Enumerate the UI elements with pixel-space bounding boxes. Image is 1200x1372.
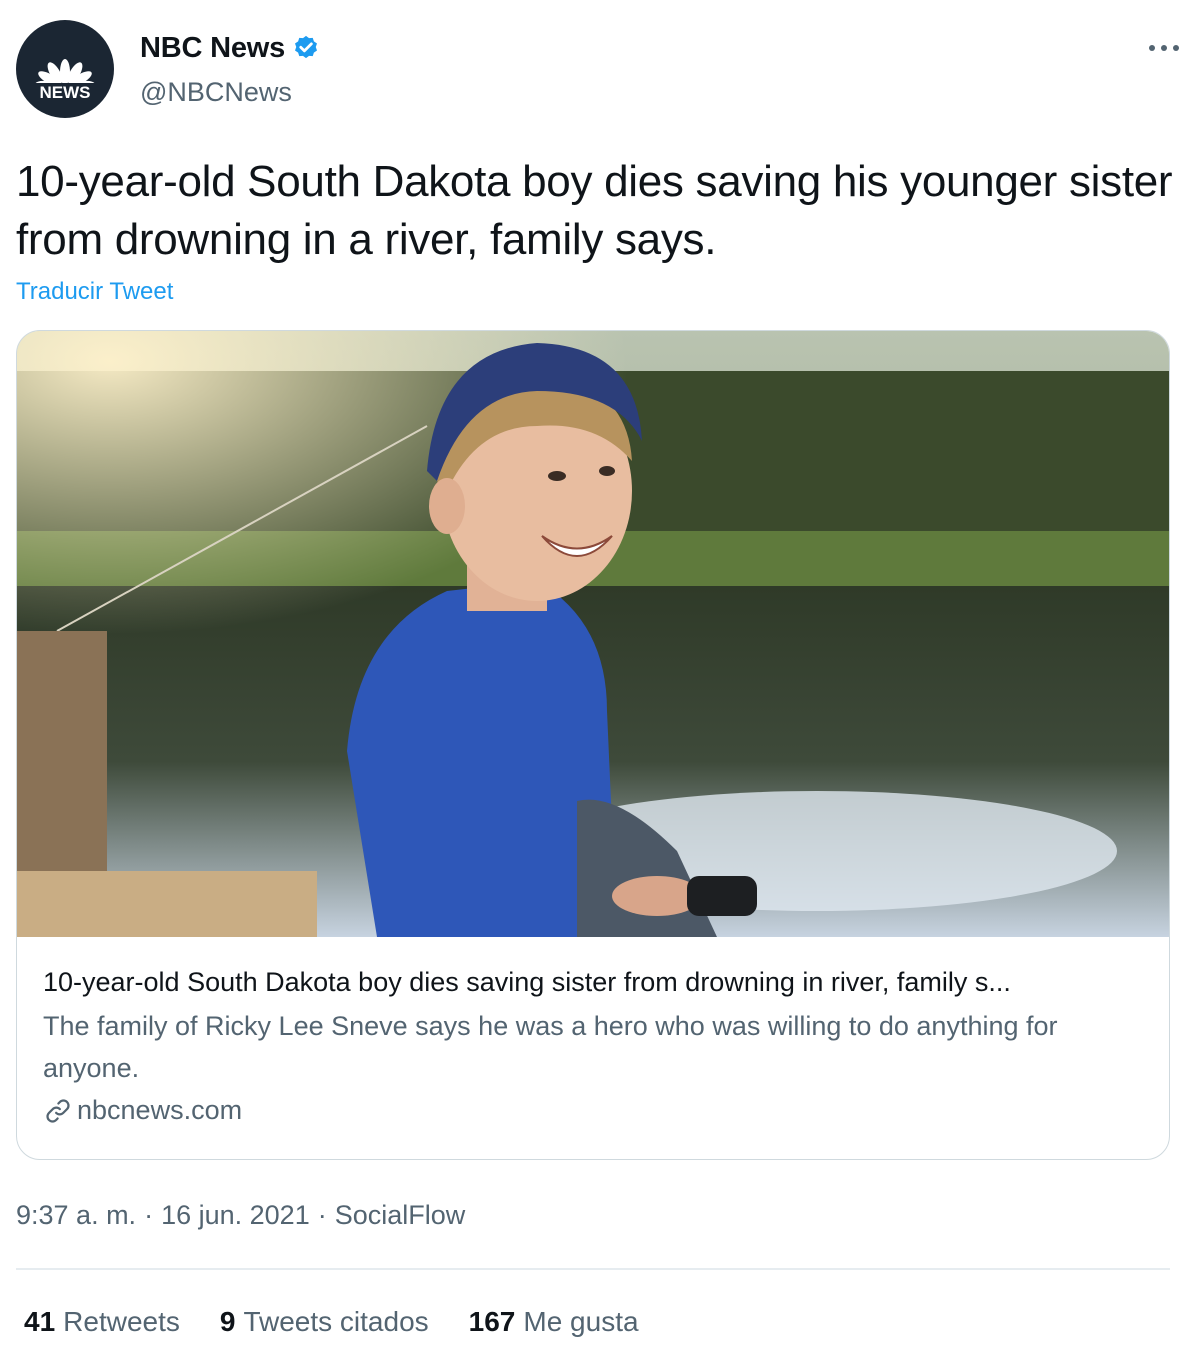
retweets-count: 41 xyxy=(24,1306,56,1337)
tweet-text: 10-year-old South Dakota boy dies saving… xyxy=(16,157,1173,264)
retweets-stat[interactable]: 41 Retweets xyxy=(24,1306,180,1338)
tweet: NEWS NBC News @NBCNews 10-year-old South… xyxy=(0,0,1200,1372)
card-description: The family of Ricky Lee Sneve says he wa… xyxy=(43,1011,1058,1083)
card-domain: nbcnews.com xyxy=(77,1095,243,1125)
tweet-date[interactable]: 16 jun. 2021 xyxy=(161,1200,310,1231)
tweet-time[interactable]: 9:37 a. m. xyxy=(16,1200,136,1231)
quote-tweets-stat[interactable]: 9 Tweets citados xyxy=(220,1306,429,1338)
tweet-meta: 9:37 a. m. · 16 jun. 2021 · SocialFlow xyxy=(16,1200,465,1231)
quote-tweets-label: Tweets citados xyxy=(243,1306,429,1337)
link-icon xyxy=(46,1098,70,1123)
avatar[interactable]: NEWS xyxy=(16,20,114,118)
author-info: NBC News @NBCNews xyxy=(140,32,321,108)
tweet-header: NEWS NBC News @NBCNews xyxy=(16,20,1184,120)
handle[interactable]: @NBCNews xyxy=(140,77,321,108)
card-image[interactable] xyxy=(17,331,1170,937)
meta-separator: · xyxy=(144,1200,154,1230)
link-card[interactable]: 10-year-old South Dakota boy dies saving… xyxy=(16,330,1170,1160)
avatar-label: NEWS xyxy=(40,83,91,102)
likes-count: 167 xyxy=(468,1306,516,1337)
translate-tweet-link[interactable]: Traducir Tweet xyxy=(16,278,173,306)
likes-stat[interactable]: 167 Me gusta xyxy=(469,1306,639,1338)
card-domain-row: nbcnews.com xyxy=(43,1095,1143,1126)
meta-separator: · xyxy=(317,1200,327,1230)
divider xyxy=(16,1268,1170,1270)
likes-label: Me gusta xyxy=(523,1306,639,1337)
card-body: 10-year-old South Dakota boy dies saving… xyxy=(43,963,1143,1126)
quote-tweets-count: 9 xyxy=(219,1306,236,1337)
retweets-label: Retweets xyxy=(63,1306,180,1337)
more-options-icon[interactable] xyxy=(1144,34,1184,62)
verified-badge-icon xyxy=(295,35,318,58)
nbc-peacock-icon: NEWS xyxy=(32,59,98,102)
name-row: NBC News xyxy=(140,32,321,65)
tweet-stats: 41 Retweets 9 Tweets citados 167 Me gust… xyxy=(24,1306,639,1338)
display-name[interactable]: NBC News xyxy=(140,32,285,65)
tweet-source[interactable]: SocialFlow xyxy=(335,1200,466,1231)
card-title: 10-year-old South Dakota boy dies saving… xyxy=(43,967,1011,997)
